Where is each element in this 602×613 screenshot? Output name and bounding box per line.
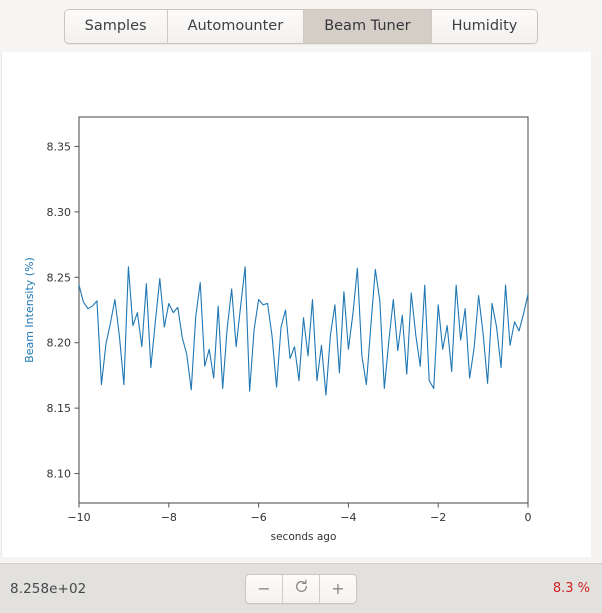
chart-controls: − + bbox=[245, 573, 357, 604]
plot-frame bbox=[78, 116, 529, 504]
beam-percent-readout: 8.3 % bbox=[552, 581, 590, 596]
x-tick-label: −8 bbox=[161, 511, 177, 524]
x-tick-label: 0 bbox=[525, 511, 532, 524]
tab-humidity[interactable]: Humidity bbox=[431, 10, 538, 43]
beam-intensity-chart: −10 −8 −6 −4 −2 0 8.10 8.15 8.20 8.25 8.30 8.35 seco… bbox=[23, 116, 532, 543]
x-tick-label: −2 bbox=[430, 511, 446, 524]
refresh-icon bbox=[294, 579, 309, 598]
x-tick-label: −10 bbox=[67, 511, 90, 524]
tab-automounter[interactable]: Automounter bbox=[167, 10, 305, 43]
y-tick-label: 8.35 bbox=[47, 140, 72, 153]
y-tick-label: 8.10 bbox=[47, 468, 72, 481]
y-tick-label: 8.20 bbox=[47, 337, 72, 350]
beam-value-readout: 8.258e+02 bbox=[10, 580, 87, 597]
refresh-button[interactable] bbox=[283, 574, 320, 603]
plot-canvas: −10 −8 −6 −4 −2 0 8.10 8.15 8.20 8.25 8.30 8.35 seco… bbox=[1, 52, 591, 557]
tab-beam-tuner[interactable]: Beam Tuner bbox=[304, 10, 432, 43]
y-axis-label: Beam Intensity (%) bbox=[23, 257, 36, 363]
data-line-beam-intensity bbox=[78, 266, 529, 396]
y-tick-label: 8.15 bbox=[47, 402, 72, 415]
x-tick-label: −6 bbox=[250, 511, 266, 524]
tab-bar: Samples Automounter Beam Tuner Humidity bbox=[0, 0, 602, 52]
zoom-out-button[interactable]: − bbox=[246, 574, 283, 603]
x-axis-label: seconds ago bbox=[271, 531, 337, 543]
zoom-in-button[interactable]: + bbox=[320, 574, 356, 603]
y-tick-label: 8.30 bbox=[47, 206, 72, 219]
y-tick-label: 8.25 bbox=[47, 271, 72, 284]
tab-group: Samples Automounter Beam Tuner Humidity bbox=[63, 9, 539, 44]
tab-samples[interactable]: Samples bbox=[64, 10, 168, 43]
x-tick-label: −4 bbox=[340, 511, 356, 524]
status-bar: 8.258e+02 − + 8.3 % bbox=[0, 563, 602, 613]
